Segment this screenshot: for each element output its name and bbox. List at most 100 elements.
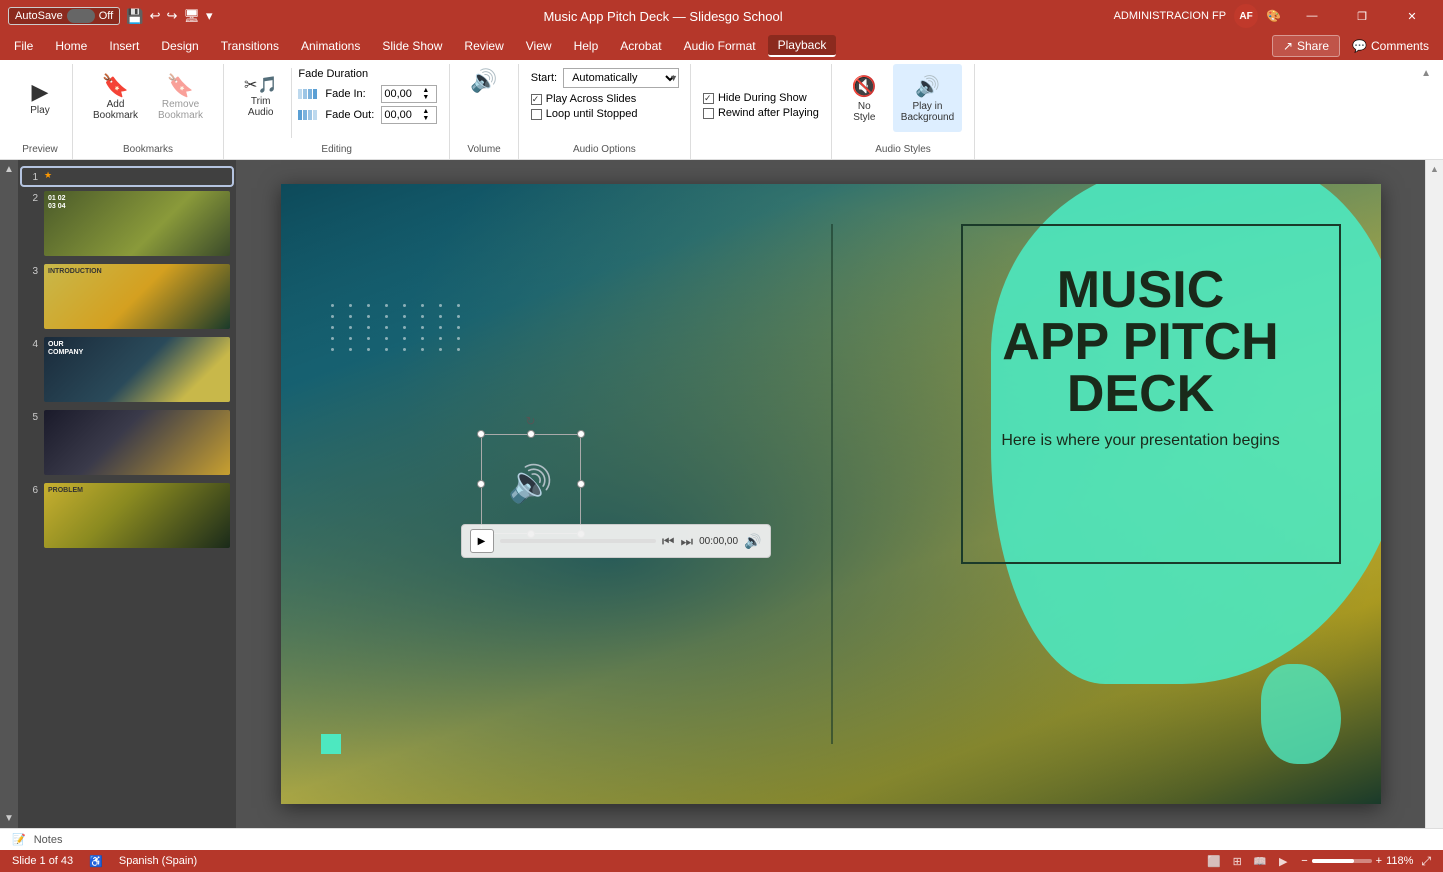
menu-help[interactable]: Help bbox=[564, 36, 609, 56]
slide-canvas[interactable]: MUSIC APP PITCH DECK Here is where your … bbox=[281, 184, 1381, 804]
loop-until-stopped-label[interactable]: Loop until Stopped bbox=[531, 108, 638, 120]
bookmarks-group-label: Bookmarks bbox=[73, 144, 223, 155]
handle-top-left[interactable] bbox=[477, 430, 485, 438]
rewind-after-playing-text: Rewind after Playing bbox=[718, 107, 819, 119]
menu-home[interactable]: Home bbox=[45, 36, 97, 56]
slide-thumb-6[interactable]: PROBLEM bbox=[44, 483, 230, 548]
close-button[interactable]: ✕ bbox=[1389, 0, 1435, 32]
audio-time-display: 00:00,00 bbox=[699, 536, 738, 547]
play-button[interactable]: ▶ Play bbox=[20, 64, 60, 132]
slide-item-3[interactable]: 3 INTRODUCTION bbox=[22, 262, 232, 331]
no-style-button[interactable]: 🔇 NoStyle bbox=[844, 64, 885, 132]
menu-animations[interactable]: Animations bbox=[291, 36, 370, 56]
start-select[interactable]: Automatically On Click When Clicked On bbox=[563, 68, 679, 88]
scroll-area: ▲ ▼ bbox=[0, 160, 18, 828]
audio-skip-button[interactable]: ⏭ bbox=[681, 533, 694, 550]
menu-acrobat[interactable]: Acrobat bbox=[610, 36, 671, 56]
fade-in-up[interactable]: ▲ bbox=[422, 87, 434, 94]
menu-design[interactable]: Design bbox=[151, 36, 208, 56]
menu-playback[interactable]: Playback bbox=[768, 35, 837, 57]
menu-insert[interactable]: Insert bbox=[99, 36, 149, 56]
audio-rewind-button[interactable]: ⏮ bbox=[662, 533, 675, 550]
menu-view[interactable]: View bbox=[516, 36, 562, 56]
slide-panel[interactable]: 1 ★ MUSICAPP PITCHDECK 2 01 0203 04 3 IN… bbox=[18, 160, 236, 828]
window-controls: — ❐ ✕ bbox=[1289, 0, 1435, 32]
volume-icon: 🔊 bbox=[470, 68, 497, 94]
play-across-slides-label[interactable]: Play Across Slides bbox=[531, 93, 636, 105]
autosave-badge[interactable]: AutoSave Off bbox=[8, 7, 120, 25]
zoom-out-button[interactable]: − bbox=[1301, 855, 1307, 867]
add-bookmark-button[interactable]: 🔖 AddBookmark bbox=[85, 64, 146, 132]
slide-thumb-3[interactable]: INTRODUCTION bbox=[44, 264, 230, 329]
loop-until-stopped-checkbox[interactable] bbox=[531, 109, 542, 120]
zoom-in-button[interactable]: + bbox=[1376, 855, 1382, 867]
menu-file[interactable]: File bbox=[4, 36, 43, 56]
reading-view-button[interactable]: 📖 bbox=[1250, 853, 1270, 869]
slide-thumb-5[interactable] bbox=[44, 410, 230, 475]
handle-top-right[interactable] bbox=[577, 430, 585, 438]
undo-icon[interactable]: ↩ bbox=[150, 8, 161, 24]
fade-out-up[interactable]: ▲ bbox=[422, 108, 434, 115]
fade-in-row: Fade In: ▲ ▼ bbox=[298, 85, 437, 103]
slideshow-button[interactable]: ▶ bbox=[1273, 853, 1293, 869]
ribbon-toggle[interactable]: 🎨 bbox=[1266, 9, 1281, 23]
slide-item-2[interactable]: 2 01 0203 04 bbox=[22, 189, 232, 258]
ribbon-expand-icon[interactable]: ▲ bbox=[1421, 68, 1431, 79]
hide-during-show-label[interactable]: Hide During Show bbox=[703, 92, 807, 104]
fade-out-arrows: ▲ ▼ bbox=[422, 108, 434, 122]
comments-icon: 💬 bbox=[1352, 39, 1367, 53]
remove-bookmark-button[interactable]: 🔖 RemoveBookmark bbox=[150, 64, 211, 132]
rotate-handle[interactable]: ↻ bbox=[525, 414, 535, 428]
fade-in-input[interactable] bbox=[382, 88, 422, 100]
scroll-up-arrow[interactable]: ▲ bbox=[0, 160, 18, 179]
audio-volume-button[interactable]: 🔊 bbox=[744, 533, 761, 550]
slide-item-5[interactable]: 5 bbox=[22, 408, 232, 477]
slide-item-4[interactable]: 4 OURCOMPANY bbox=[22, 335, 232, 404]
save-icon[interactable]: 💾 bbox=[126, 8, 143, 25]
share-button[interactable]: ↗ Share bbox=[1272, 35, 1340, 57]
app-title: Music App Pitch Deck — Slidesgo School bbox=[212, 9, 1113, 24]
menu-transitions[interactable]: Transitions bbox=[211, 36, 289, 56]
fade-in-down[interactable]: ▼ bbox=[422, 94, 434, 101]
present-icon[interactable]: 🖥 bbox=[183, 8, 200, 24]
restore-button[interactable]: ❐ bbox=[1339, 0, 1385, 32]
zoom-slider[interactable] bbox=[1312, 859, 1372, 863]
audio-play-button[interactable]: ▶ bbox=[470, 529, 494, 553]
handle-top[interactable] bbox=[527, 430, 535, 438]
slide-sorter-button[interactable]: ⊞ bbox=[1227, 853, 1247, 869]
audio-icon-selected[interactable]: ↻ 🔊 bbox=[481, 434, 581, 534]
fit-slide-button[interactable]: ⤢ bbox=[1421, 854, 1431, 869]
slide-thumb-4[interactable]: OURCOMPANY bbox=[44, 337, 230, 402]
panel-collapse-arrow[interactable]: ▲ bbox=[1428, 162, 1441, 176]
slide-thumb-2[interactable]: 01 0203 04 bbox=[44, 191, 230, 256]
volume-button[interactable]: 🔊 bbox=[462, 64, 505, 98]
redo-icon[interactable]: ↪ bbox=[167, 8, 178, 24]
trim-audio-button[interactable]: ✂🎵 TrimAudio bbox=[236, 64, 285, 132]
autosave-toggle[interactable] bbox=[67, 9, 95, 23]
fade-out-input[interactable] bbox=[382, 109, 422, 121]
normal-view-button[interactable]: ⬜ bbox=[1204, 853, 1224, 869]
notes-label[interactable]: Notes bbox=[34, 834, 63, 846]
slide-item-6[interactable]: 6 PROBLEM bbox=[22, 481, 232, 550]
scroll-down-arrow[interactable]: ▼ bbox=[0, 809, 18, 828]
slide-thumb-text-6: PROBLEM bbox=[48, 487, 226, 495]
fade-out-row: Fade Out: ▲ ▼ bbox=[298, 106, 437, 124]
fade-out-bars bbox=[298, 110, 317, 120]
comments-button[interactable]: 💬 Comments bbox=[1342, 36, 1439, 56]
avatar[interactable]: AF bbox=[1234, 4, 1258, 28]
play-in-background-button[interactable]: 🔊 Play inBackground bbox=[893, 64, 962, 132]
rewind-after-playing-checkbox[interactable] bbox=[703, 108, 714, 119]
play-across-slides-checkbox[interactable] bbox=[531, 94, 542, 105]
menu-slide-show[interactable]: Slide Show bbox=[372, 36, 452, 56]
audio-progress-bar[interactable] bbox=[500, 539, 656, 543]
slide-item-1[interactable]: 1 ★ MUSICAPP PITCHDECK bbox=[22, 168, 232, 185]
handle-middle-left[interactable] bbox=[477, 480, 485, 488]
menu-audio-format[interactable]: Audio Format bbox=[674, 36, 766, 56]
rewind-after-playing-label[interactable]: Rewind after Playing bbox=[703, 107, 819, 119]
minimize-button[interactable]: — bbox=[1289, 0, 1335, 32]
hide-during-show-checkbox[interactable] bbox=[703, 93, 714, 104]
ribbon-group-volume: 🔊 Volume bbox=[450, 64, 518, 159]
fade-out-down[interactable]: ▼ bbox=[422, 115, 434, 122]
handle-middle-right[interactable] bbox=[577, 480, 585, 488]
menu-review[interactable]: Review bbox=[454, 36, 513, 56]
